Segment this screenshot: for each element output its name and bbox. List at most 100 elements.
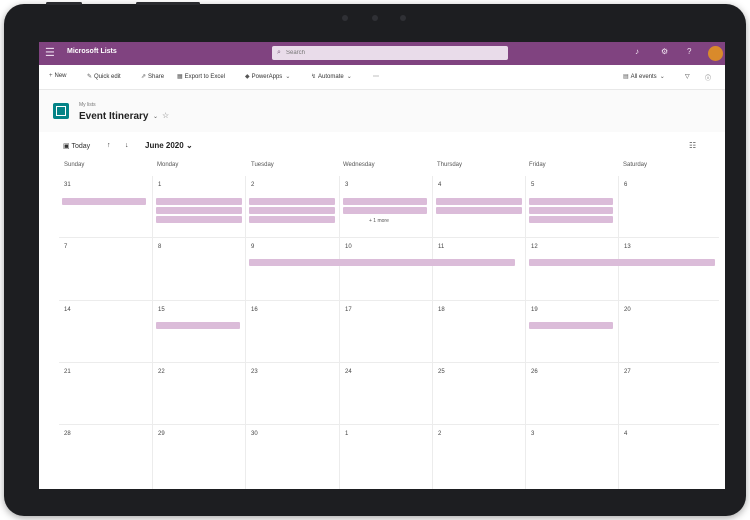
day-number: 1	[158, 182, 162, 188]
day-cell[interactable]: 30	[246, 425, 340, 489]
day-cell[interactable]: 4	[619, 425, 719, 489]
event-chip[interactable]	[249, 216, 335, 223]
day-cell[interactable]: 16	[246, 301, 340, 363]
more-commands-button[interactable]: ⋯	[373, 73, 379, 80]
event-chip[interactable]	[156, 207, 242, 214]
day-cell[interactable]: 12	[526, 238, 619, 301]
day-cell[interactable]: 11	[433, 238, 526, 301]
day-cell[interactable]: 25	[433, 363, 526, 425]
day-number: 15	[158, 307, 165, 313]
day-cell[interactable]: 28	[59, 425, 153, 489]
day-cell[interactable]: 31	[59, 176, 153, 238]
day-cell[interactable]: 18	[433, 301, 526, 363]
flow-icon: ↯	[311, 74, 317, 80]
view-selector[interactable]: ▤ All events ⌄	[623, 73, 667, 80]
day-cell[interactable]: 2	[433, 425, 526, 489]
calendar-view-toggle-icon[interactable]: ☷	[689, 141, 696, 150]
day-cell[interactable]: 14	[59, 301, 153, 363]
help-icon[interactable]: ?	[687, 47, 691, 56]
chevron-down-icon[interactable]: ⌄	[153, 113, 158, 120]
day-number: 23	[251, 369, 258, 375]
star-icon[interactable]: ☆	[162, 111, 169, 120]
suite-bar: ☰ Microsoft Lists ⌕ ♪ ⚙ ?	[39, 42, 725, 65]
powerapps-button[interactable]: ◆ PowerApps ⌄	[245, 73, 292, 80]
day-number: 19	[531, 307, 538, 313]
day-cell[interactable]: 7	[59, 238, 153, 301]
day-cell[interactable]: 24	[340, 363, 433, 425]
day-cell[interactable]: 17	[340, 301, 433, 363]
calendar-grid: Sunday Monday Tuesday Wednesday Thursday…	[59, 156, 719, 489]
day-cell[interactable]: 6	[619, 176, 719, 238]
day-cell[interactable]: 15	[153, 301, 246, 363]
day-cell[interactable]: 29	[153, 425, 246, 489]
excel-icon: ▦	[177, 74, 183, 80]
avatar[interactable]	[708, 46, 723, 61]
event-chip[interactable]	[529, 216, 613, 223]
day-cell[interactable]: 27	[619, 363, 719, 425]
event-chip[interactable]	[529, 259, 715, 266]
day-number: 28	[64, 431, 71, 437]
search-input[interactable]	[286, 47, 496, 58]
day-cell[interactable]: 3	[526, 425, 619, 489]
filter-icon[interactable]: ▽	[685, 73, 690, 80]
event-chip[interactable]	[529, 322, 613, 329]
event-chip[interactable]	[249, 207, 335, 214]
view-label: All events	[630, 74, 657, 80]
day-cell[interactable]: 19	[526, 301, 619, 363]
day-cell[interactable]: 1	[340, 425, 433, 489]
month-selector[interactable]: June 2020 ⌄	[145, 141, 193, 150]
day-cell[interactable]: 10	[340, 238, 433, 301]
day-cell[interactable]: 13	[619, 238, 719, 301]
gear-icon[interactable]: ⚙	[661, 47, 668, 56]
day-number: 7	[64, 244, 68, 250]
day-cell[interactable]: 8	[153, 238, 246, 301]
day-header: Wednesday	[343, 162, 375, 168]
day-cell[interactable]: 22	[153, 363, 246, 425]
next-arrow-icon[interactable]: ↓	[125, 142, 129, 149]
automate-button[interactable]: ↯ Automate ⌄	[311, 73, 354, 80]
event-chip[interactable]	[62, 198, 146, 205]
app-name[interactable]: Microsoft Lists	[67, 48, 117, 55]
info-icon[interactable]: ⓘ	[705, 73, 711, 82]
event-chip[interactable]	[249, 259, 515, 266]
export-label: Export to Excel	[184, 74, 226, 80]
event-chip[interactable]	[156, 216, 242, 223]
device-button	[136, 2, 200, 5]
search-box[interactable]: ⌕	[272, 46, 508, 60]
list-header: My lists Event Itinerary ⌄ ☆	[39, 90, 725, 132]
day-cell[interactable]: 20	[619, 301, 719, 363]
app-launcher-icon[interactable]: ☰	[45, 47, 57, 59]
day-cell[interactable]: 26	[526, 363, 619, 425]
day-number: 9	[251, 244, 255, 250]
export-button[interactable]: ▦ Export to Excel	[177, 73, 225, 80]
event-chip[interactable]	[529, 207, 613, 214]
day-number: 4	[624, 431, 628, 437]
new-button[interactable]: + New	[49, 73, 67, 79]
event-chip[interactable]	[343, 198, 427, 205]
event-chip[interactable]	[156, 198, 242, 205]
event-chip[interactable]	[249, 198, 335, 205]
event-chip[interactable]	[343, 207, 427, 214]
event-chip[interactable]	[436, 198, 522, 205]
bell-icon[interactable]: ♪	[635, 47, 639, 56]
previous-arrow-icon[interactable]: ↑	[107, 142, 111, 149]
day-header: Saturday	[623, 162, 648, 168]
more-events-link[interactable]: + 1 more	[369, 218, 389, 224]
today-button[interactable]: ▣ Today	[63, 142, 90, 150]
day-header: Friday	[529, 162, 546, 168]
event-chip[interactable]	[529, 198, 613, 205]
day-number: 16	[251, 307, 258, 313]
day-number: 31	[64, 182, 71, 188]
day-cell[interactable]: 21	[59, 363, 153, 425]
quick-edit-button[interactable]: ✎ Quick edit	[87, 73, 121, 80]
today-label: Today	[71, 143, 91, 150]
screen: ☰ Microsoft Lists ⌕ ♪ ⚙ ? +New ✎Quick ed…	[39, 42, 725, 489]
day-cell[interactable]: 23	[246, 363, 340, 425]
breadcrumb[interactable]: My lists	[79, 102, 96, 108]
event-chip[interactable]	[436, 207, 522, 214]
page-title[interactable]: Event Itinerary	[79, 111, 148, 122]
day-number: 11	[438, 244, 445, 250]
event-chip[interactable]	[156, 322, 240, 329]
share-button[interactable]: ⇗ Share	[141, 73, 164, 80]
day-cell[interactable]: 9	[246, 238, 340, 301]
